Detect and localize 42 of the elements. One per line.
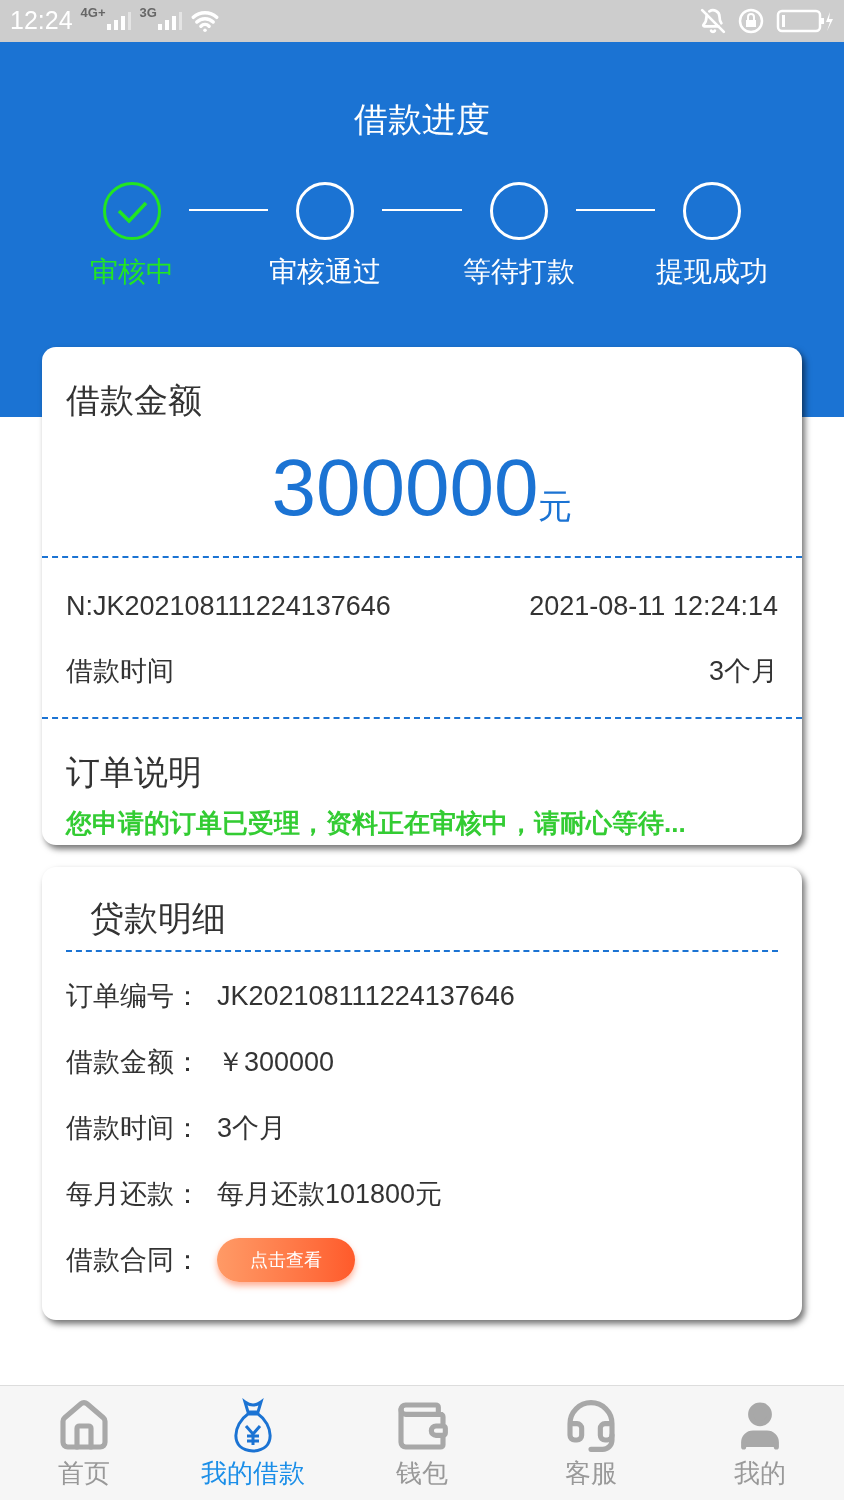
muted-bell-icon [700,8,726,34]
page-title: 借款进度 [354,99,490,140]
signal-icon [156,12,183,30]
nav-tab[interactable]: 客服 [506,1386,676,1500]
step-label: 提现成功 [656,255,768,289]
detail-label: 借款金额： [66,1045,201,1079]
note-title: 订单说明 [65,752,203,793]
nav-tab[interactable]: 我的借款 [168,1386,338,1500]
card-title: 借款金额 [65,380,203,421]
term-value: 3个月 [708,654,778,688]
loan-amount: 300000 [271,448,539,528]
note-text: 您申请的订单已受理，资料正在审核中，请耐心等待... [64,807,687,840]
term-label: 借款时间 [66,654,174,688]
nav-label: 我的借款 [201,1457,306,1490]
network-label: 4G+ [80,4,106,22]
nav-label: 首页 [58,1457,111,1490]
rotation-lock-icon [738,8,764,34]
step-label: 审核中 [90,255,174,289]
detail-value: ￥300000 [217,1045,335,1079]
currency-unit: 元 [538,486,573,527]
nav-label: 客服 [564,1457,617,1490]
nav-tab[interactable]: 钱包 [337,1386,507,1500]
order-datetime: 2021-08-11 12:24:14 [529,590,778,623]
detail-label: 订单编号： [66,979,201,1013]
detail-label: 借款时间： [66,1111,201,1145]
network-label: 3G [139,4,157,22]
battery-icon [776,9,834,33]
card-title: 贷款明细 [89,898,227,939]
detail-label: 借款合同： [66,1243,201,1277]
detail-label: 每月还款： [66,1177,201,1211]
step-label: 审核通过 [269,255,382,289]
step-label: 等待打款 [462,255,575,289]
nav-tab[interactable]: 首页 [0,1386,169,1500]
view-contract-button[interactable]: 点击查看 [217,1238,355,1282]
signal-icon [105,12,132,30]
detail-value: 每月还款101800元 [217,1177,443,1211]
detail-value: 3个月 [217,1111,287,1145]
nav-tab[interactable]: 我的 [675,1386,844,1500]
nav-label: 我的 [733,1457,786,1490]
nav-label: 钱包 [396,1457,448,1490]
order-number: N:JK202108111224137646 [66,590,391,623]
detail-value: JK202108111224137646 [217,979,515,1013]
